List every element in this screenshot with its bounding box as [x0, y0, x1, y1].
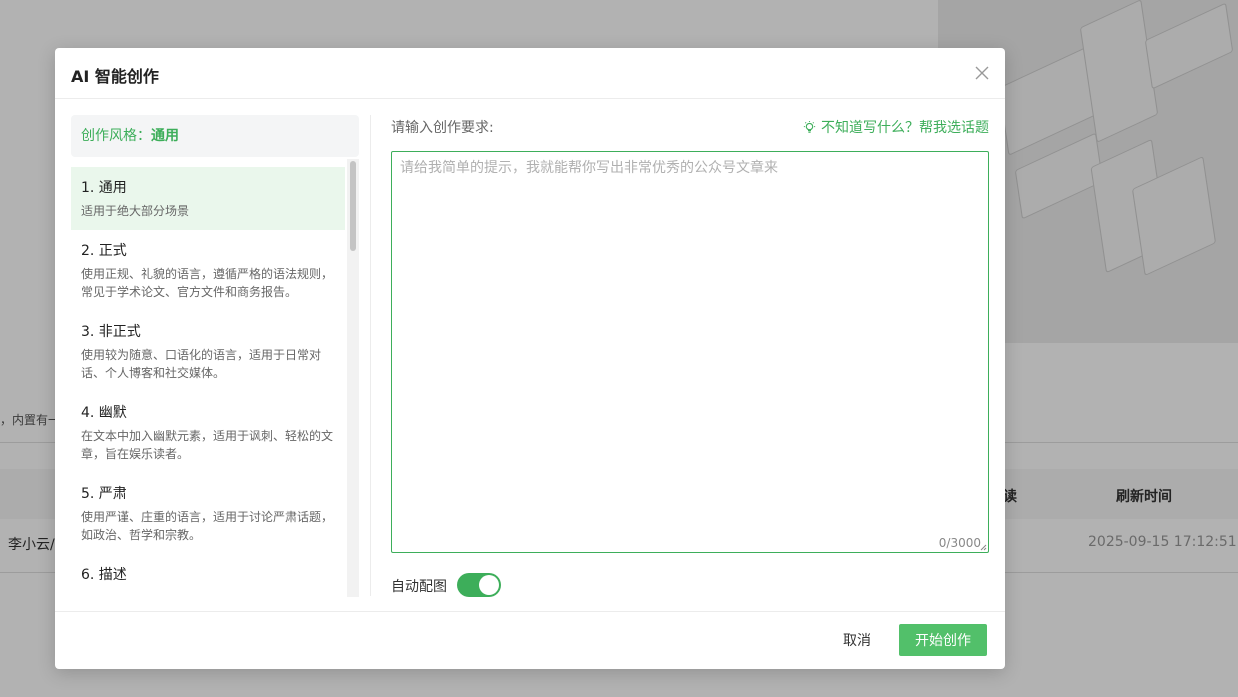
style-header: 创作风格：通用: [71, 115, 359, 157]
start-creation-button[interactable]: 开始创作: [899, 624, 987, 656]
suggest-topic-link[interactable]: 不知道写什么？帮我选话题: [802, 117, 989, 137]
style-desc: 使用较为随意、口语化的语言，适用于日常对话、个人博客和社交媒体。: [81, 348, 322, 380]
dialog-title: AI 智能创作: [71, 67, 159, 86]
toggle-knob: [479, 575, 499, 595]
style-name: 6. 描述: [81, 567, 127, 583]
style-header-label: 创作风格：: [81, 128, 151, 144]
style-list-scrollbar[interactable]: [347, 159, 359, 597]
request-textarea-box: 0/3000: [391, 151, 989, 553]
char-counter: 0/3000: [938, 536, 981, 550]
dialog-footer: 取消 开始创作: [55, 611, 1005, 669]
style-desc: 使用严谨、庄重的语言，适用于讨论严肃话题，如政治、哲学和宗教。: [81, 510, 334, 542]
style-item-humor[interactable]: 4. 幽默 在文本中加入幽默元素，适用于讽刺、轻松的文章，旨在娱乐读者。: [71, 392, 345, 473]
style-header-value: 通用: [151, 128, 179, 144]
style-item-serious[interactable]: 5. 严肃 使用严谨、庄重的语言，适用于讨论严肃话题，如政治、哲学和宗教。: [71, 473, 345, 554]
resize-grip-icon[interactable]: [980, 544, 987, 551]
style-desc: 在文本中加入幽默元素，适用于讽刺、轻松的文章，旨在娱乐读者。: [81, 429, 334, 461]
style-panel: 创作风格：通用 1. 通用 适用于绝大部分场景 2. 正式 使用正规、礼貌的语言…: [71, 115, 359, 597]
style-item-formal[interactable]: 2. 正式 使用正规、礼貌的语言，遵循严格的语法规则，常见于学术论文、官方文件和…: [71, 230, 345, 311]
style-name: 1. 通用: [81, 180, 127, 196]
style-name: 4. 幽默: [81, 405, 127, 421]
style-list: 1. 通用 适用于绝大部分场景 2. 正式 使用正规、礼貌的语言，遵循严格的语法…: [71, 167, 345, 597]
auto-image-label: 自动配图: [391, 579, 447, 595]
style-name: 2. 正式: [81, 243, 127, 259]
request-textarea[interactable]: [392, 152, 988, 552]
dialog-header: AI 智能创作: [55, 48, 1005, 99]
style-name: 3. 非正式: [81, 324, 141, 340]
style-item-informal[interactable]: 3. 非正式 使用较为随意、口语化的语言，适用于日常对话、个人博客和社交媒体。: [71, 311, 345, 392]
style-item-descriptive[interactable]: 6. 描述: [71, 554, 345, 597]
ai-creation-dialog: AI 智能创作 创作风格：通用 1. 通用 适用于绝大部分场景 2. 正式 使用…: [55, 48, 1005, 669]
scrollbar-thumb[interactable]: [350, 161, 356, 251]
auto-image-toggle[interactable]: [457, 573, 501, 597]
style-desc: 适用于绝大部分场景: [81, 204, 190, 218]
panel-divider: [370, 115, 371, 596]
style-name: 5. 严肃: [81, 486, 127, 502]
lightbulb-icon: [803, 120, 816, 133]
request-label: 请输入创作要求:: [391, 120, 494, 136]
style-item-general[interactable]: 1. 通用 适用于绝大部分场景: [71, 167, 345, 230]
suggest-topic-label: 不知道写什么？帮我选话题: [821, 120, 989, 136]
cancel-button[interactable]: 取消: [823, 624, 891, 656]
style-desc: 使用正规、礼貌的语言，遵循严格的语法规则，常见于学术论文、官方文件和商务报告。: [81, 267, 334, 299]
close-icon[interactable]: [973, 64, 991, 82]
